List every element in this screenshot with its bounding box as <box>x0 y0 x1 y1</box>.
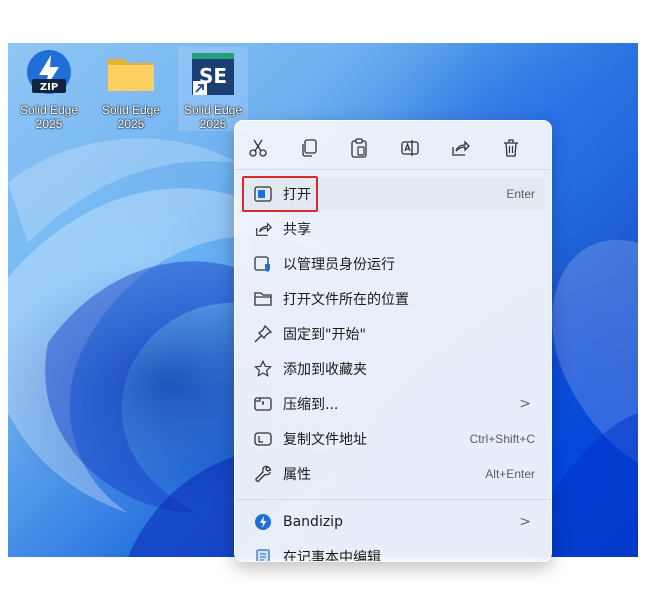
rename-button[interactable] <box>400 135 433 161</box>
menu-item-add-to-favorites[interactable]: 添加到收藏夹 <box>241 353 545 385</box>
submenu-arrow-icon: > <box>519 514 531 530</box>
label-line1: Solid Edge <box>19 103 79 117</box>
menu-item-shortcut: Alt+Enter <box>485 467 535 481</box>
menu-item-bandizip[interactable]: Bandizip > <box>241 506 545 538</box>
folder-icon <box>251 287 275 311</box>
open-window-icon <box>251 182 275 206</box>
scissors-icon <box>249 139 267 157</box>
menu-item-label: 压缩到... <box>283 397 339 413</box>
menu-item-label: 属性 <box>283 467 311 483</box>
copy-button[interactable] <box>299 135 332 161</box>
share-icon <box>452 140 470 156</box>
copy-path-icon <box>251 427 275 451</box>
archive-icon <box>251 392 275 416</box>
menu-item-shortcut: Ctrl+Shift+C <box>469 432 535 446</box>
trash-icon <box>503 139 518 157</box>
label-line1: Solid Edge <box>183 103 243 117</box>
menu-item-pin-to-start[interactable]: 固定到"开始" <box>241 318 545 350</box>
notepad-icon <box>251 545 275 561</box>
desktop-icon-solid-edge-shortcut[interactable]: SE Solid Edge 2025 <box>178 47 248 131</box>
menu-item-properties[interactable]: 属性 Alt+Enter <box>241 458 545 490</box>
menu-separator <box>235 499 551 500</box>
pin-icon <box>251 322 275 346</box>
desktop-icon-solid-edge-zip[interactable]: ZIP Solid Edge 2025 <box>14 47 84 131</box>
wrench-icon <box>251 462 275 486</box>
clipboard-icon <box>351 138 367 158</box>
menu-item-label: 复制文件地址 <box>283 432 367 448</box>
menu-item-label: 固定到"开始" <box>283 327 366 343</box>
desktop-icon-label: Solid Edge 2025 <box>14 103 84 131</box>
menu-item-label: 打开 <box>283 187 311 203</box>
menu-item-edit-in-notepad[interactable]: 在记事本中编辑 <box>241 541 545 562</box>
desktop-icon-label: Solid Edge 2025 <box>96 103 166 131</box>
desktop-icon-solid-edge-folder[interactable]: Solid Edge 2025 <box>96 47 166 131</box>
context-menu: 打开 Enter 共享 以管理员身份运行 打开文件所在的位置 固定到"开始" 添… <box>234 120 552 562</box>
label-line1: Solid Edge <box>101 103 161 117</box>
menu-item-open[interactable]: 打开 Enter <box>241 178 545 210</box>
star-icon <box>251 357 275 381</box>
share-button[interactable] <box>450 135 483 161</box>
bandizip-icon <box>251 510 275 534</box>
menu-item-label: 共享 <box>283 222 311 238</box>
label-line2: 2025 <box>117 117 145 131</box>
zip-badge-text: ZIP <box>40 82 58 93</box>
menu-item-shortcut: Enter <box>506 187 535 201</box>
menu-item-label: 添加到收藏夹 <box>283 362 367 378</box>
menu-item-run-as-admin[interactable]: 以管理员身份运行 <box>241 248 545 280</box>
shield-icon <box>251 252 275 276</box>
solid-edge-shortcut-icon: SE <box>186 47 240 101</box>
label-line2: 2025 <box>35 117 63 131</box>
menu-item-open-file-location[interactable]: 打开文件所在的位置 <box>241 283 545 315</box>
menu-item-compress-to[interactable]: 压缩到... > <box>241 388 545 420</box>
delete-button[interactable] <box>501 135 534 161</box>
menu-item-label: Bandizip <box>283 514 343 530</box>
bandizip-zip-icon: ZIP <box>22 47 76 101</box>
menu-item-label: 在记事本中编辑 <box>283 550 381 562</box>
menu-item-copy-as-path[interactable]: 复制文件地址 Ctrl+Shift+C <box>241 423 545 455</box>
menu-item-label: 以管理员身份运行 <box>283 257 395 273</box>
menu-item-label: 打开文件所在的位置 <box>283 292 409 308</box>
copy-icon <box>301 139 317 157</box>
menu-item-share[interactable]: 共享 <box>241 213 545 245</box>
context-menu-toolbar <box>235 121 551 169</box>
submenu-arrow-icon: > <box>519 396 531 412</box>
paste-button[interactable] <box>349 135 382 161</box>
menu-separator <box>235 169 551 170</box>
cut-button[interactable] <box>248 135 281 161</box>
folder-icon <box>104 47 158 101</box>
share-icon <box>251 217 275 241</box>
rename-icon <box>400 140 419 156</box>
